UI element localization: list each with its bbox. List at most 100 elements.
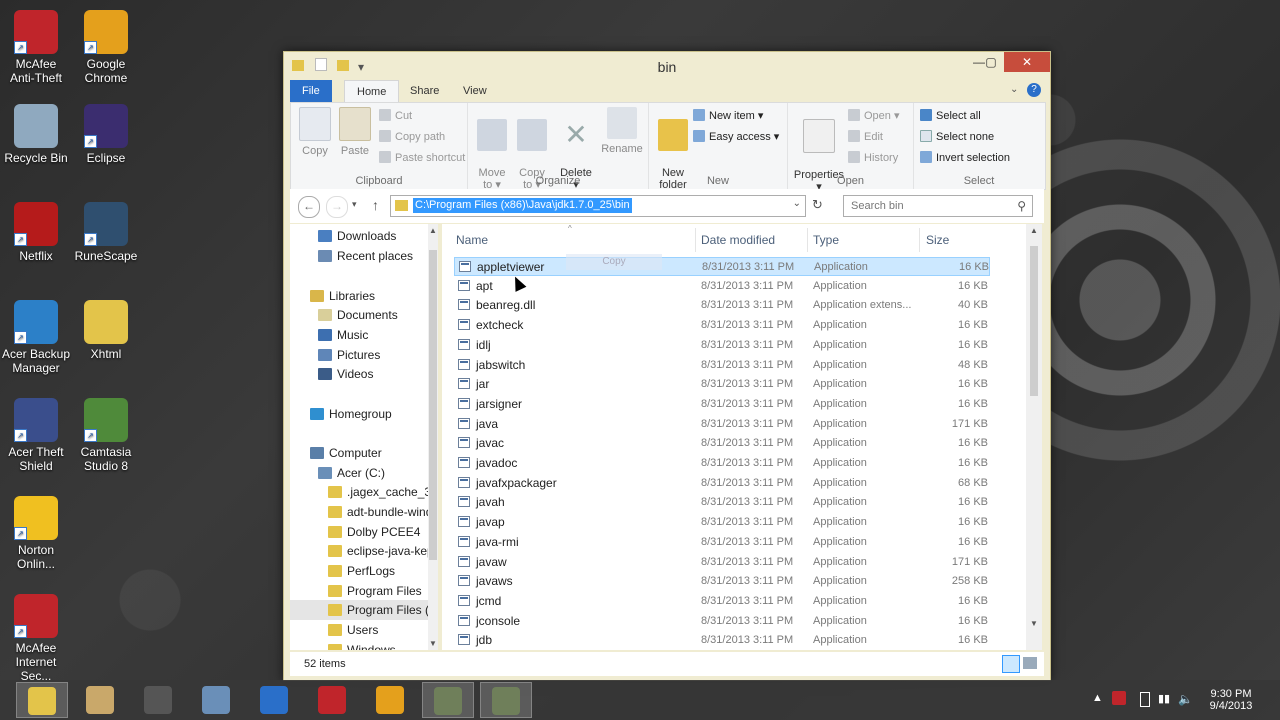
copy-path-button[interactable]: Copy path xyxy=(379,128,445,146)
file-row[interactable]: jarsigner 8/31/2013 3:11 PM Application 16 … xyxy=(454,395,990,414)
nav-libraries[interactable]: Libraries xyxy=(290,286,428,306)
nav-program-files[interactable]: Program Files xyxy=(290,581,428,601)
paste-shortcut-button[interactable]: Paste shortcut xyxy=(379,149,465,167)
column-size[interactable]: Size xyxy=(926,230,949,250)
details-view-icon[interactable] xyxy=(1002,655,1020,673)
nav-windows[interactable]: Windows xyxy=(290,640,428,650)
mcafee-tray-icon[interactable] xyxy=(1112,691,1126,705)
nav-recent-places[interactable]: Recent places xyxy=(290,246,428,266)
column-divider[interactable] xyxy=(695,228,696,252)
rename-button[interactable]: Rename xyxy=(600,107,644,155)
taskbar-app-2[interactable] xyxy=(74,682,126,718)
nav-adt-bundle[interactable]: adt-bundle-windows xyxy=(290,502,438,522)
taskbar-file-explorer[interactable] xyxy=(16,682,68,718)
file-row[interactable]: jabswitch 8/31/2013 3:11 PM Application 48 … xyxy=(454,356,990,375)
back-button[interactable]: ← xyxy=(298,196,320,218)
nav-scrollbar[interactable]: ▲ ▼ xyxy=(428,224,438,650)
file-list-scrollbar[interactable]: ▲ ▼ xyxy=(1026,224,1042,650)
column-date-modified[interactable]: Date modified xyxy=(701,230,775,250)
scroll-up-icon[interactable]: ▲ xyxy=(1030,226,1038,235)
tab-file[interactable]: File xyxy=(290,80,332,102)
large-icons-view-icon[interactable] xyxy=(1023,657,1037,669)
file-row[interactable]: javap 8/31/2013 3:11 PM Application 16 KB xyxy=(454,513,990,532)
desktop-shortcut[interactable]: ↗ McAfee Internet Sec... xyxy=(0,594,72,683)
desktop-shortcut[interactable]: ↗ Acer Backup Manager xyxy=(0,300,72,375)
invert-selection-button[interactable]: Invert selection xyxy=(920,149,1010,167)
file-row[interactable]: idlj 8/31/2013 3:11 PM Application 16 KB xyxy=(454,336,990,355)
file-row[interactable]: javaws 8/31/2013 3:11 PM Application 258 KB xyxy=(454,572,990,591)
nav-videos[interactable]: Videos xyxy=(290,364,428,384)
open-button[interactable]: Open ▾ xyxy=(848,107,900,125)
history-button[interactable]: History xyxy=(848,149,898,167)
nav-computer[interactable]: Computer xyxy=(290,443,428,463)
taskbar-camtasia-1[interactable] xyxy=(422,682,474,718)
file-row[interactable]: javafxpackager 8/31/2013 3:11 PM Applicati… xyxy=(454,474,990,493)
show-hidden-icons-icon[interactable]: ▲ xyxy=(1092,692,1103,704)
file-row[interactable]: appletviewer 8/31/2013 3:11 PM Application… xyxy=(454,257,990,276)
nav-downloads[interactable]: Downloads xyxy=(290,226,428,246)
maximize-button[interactable]: ▢ xyxy=(977,52,1005,72)
close-button[interactable]: ✕ xyxy=(1004,52,1050,72)
file-row[interactable]: javac 8/31/2013 3:11 PM Application 16 KB xyxy=(454,434,990,453)
easy-access-button[interactable]: Easy access ▾ xyxy=(693,128,779,146)
column-divider[interactable] xyxy=(919,228,920,252)
nav-program-files-x86[interactable]: Program Files (x86) xyxy=(290,600,438,620)
tab-view[interactable]: View xyxy=(451,80,499,102)
edit-button[interactable]: Edit xyxy=(848,128,883,146)
desktop-shortcut[interactable]: Xhtml xyxy=(70,300,142,361)
battery-icon[interactable] xyxy=(1140,692,1150,707)
desktop-shortcut[interactable]: Recycle Bin xyxy=(0,104,72,165)
nav-music[interactable]: Music xyxy=(290,325,428,345)
file-row[interactable]: java 8/31/2013 3:11 PM Application 171 KB xyxy=(454,415,990,434)
file-row[interactable]: javah 8/31/2013 3:11 PM Application 16 KB xyxy=(454,493,990,512)
title-bar[interactable]: ▾ bin — ▢ ✕ xyxy=(284,52,1050,80)
file-row[interactable]: beanreg.dll 8/31/2013 3:11 PM Application … xyxy=(454,296,990,315)
up-arrow-icon[interactable]: ↑ xyxy=(372,197,379,213)
cut-button[interactable]: Cut xyxy=(379,107,412,125)
taskbar-control-panel[interactable] xyxy=(190,682,242,718)
tab-home[interactable]: Home xyxy=(344,80,400,103)
desktop-shortcut[interactable]: ↗ Acer Theft Shield xyxy=(0,398,72,473)
file-row[interactable]: apt 8/31/2013 3:11 PM Application 16 KB xyxy=(454,277,990,296)
address-input[interactable]: C:\Program Files (x86)\Java\jdk1.7.0_25\… xyxy=(390,195,806,217)
nav-acer-c[interactable]: Acer (C:) xyxy=(290,463,428,483)
desktop-shortcut[interactable]: ↗ Google Chrome xyxy=(70,10,142,85)
nav-perflogs[interactable]: PerfLogs xyxy=(290,561,428,581)
clock[interactable]: 9:30 PM 9/4/2013 xyxy=(1206,688,1256,712)
scroll-down-icon[interactable]: ▼ xyxy=(1030,619,1038,628)
forward-button[interactable]: → xyxy=(326,196,348,218)
paste-button[interactable]: Paste xyxy=(337,107,373,157)
desktop-shortcut[interactable]: ↗ Netflix xyxy=(0,202,72,263)
column-name[interactable]: Name xyxy=(456,230,488,250)
nav-users[interactable]: Users xyxy=(290,620,428,640)
select-none-button[interactable]: Select none xyxy=(920,128,994,146)
nav-jagex-cache[interactable]: .jagex_cache_32 xyxy=(290,482,438,502)
nav-homegroup[interactable]: Homegroup xyxy=(290,404,428,424)
column-divider[interactable] xyxy=(807,228,808,252)
nav-eclipse-java[interactable]: eclipse-java-kepler xyxy=(290,541,438,561)
nav-documents[interactable]: Documents xyxy=(290,305,428,325)
taskbar-camtasia-2[interactable] xyxy=(480,682,532,718)
copy-button[interactable]: Copy xyxy=(297,107,333,157)
ribbon-collapse-icon[interactable]: ⌄ xyxy=(1010,84,1018,95)
file-row[interactable]: java-rmi 8/31/2013 3:11 PM Application 16 K… xyxy=(454,533,990,552)
recent-locations-chevron-icon[interactable]: ▾ xyxy=(352,199,357,210)
file-row[interactable]: jdb 8/31/2013 3:11 PM Application 16 KB xyxy=(454,631,990,650)
file-row[interactable]: extcheck 8/31/2013 3:11 PM Application 16 K… xyxy=(454,316,990,335)
nav-scrollbar-thumb[interactable] xyxy=(429,250,437,560)
file-row[interactable]: jar 8/31/2013 3:11 PM Application 16 KB xyxy=(454,375,990,394)
nav-dolby[interactable]: Dolby PCEE4 xyxy=(290,522,428,542)
tab-share[interactable]: Share xyxy=(398,80,451,102)
desktop-shortcut[interactable]: ↗ Camtasia Studio 8 xyxy=(70,398,142,473)
volume-icon[interactable]: 🔈 xyxy=(1178,692,1193,706)
search-input[interactable]: Search bin ⚲ xyxy=(843,195,1033,217)
taskbar-speaker[interactable] xyxy=(132,682,184,718)
file-row[interactable]: jcmd 8/31/2013 3:11 PM Application 16 KB xyxy=(454,592,990,611)
file-list-scrollbar-thumb[interactable] xyxy=(1030,246,1038,396)
scroll-up-icon[interactable]: ▲ xyxy=(429,226,437,235)
network-icon[interactable]: ▮▮ xyxy=(1158,692,1170,705)
file-row[interactable]: javadoc 8/31/2013 3:11 PM Application 16 KB xyxy=(454,454,990,473)
address-dropdown-icon[interactable]: ⌄ xyxy=(793,198,801,209)
file-row[interactable]: jconsole 8/31/2013 3:11 PM Application 16 K… xyxy=(454,612,990,631)
taskbar-settings[interactable] xyxy=(248,682,300,718)
